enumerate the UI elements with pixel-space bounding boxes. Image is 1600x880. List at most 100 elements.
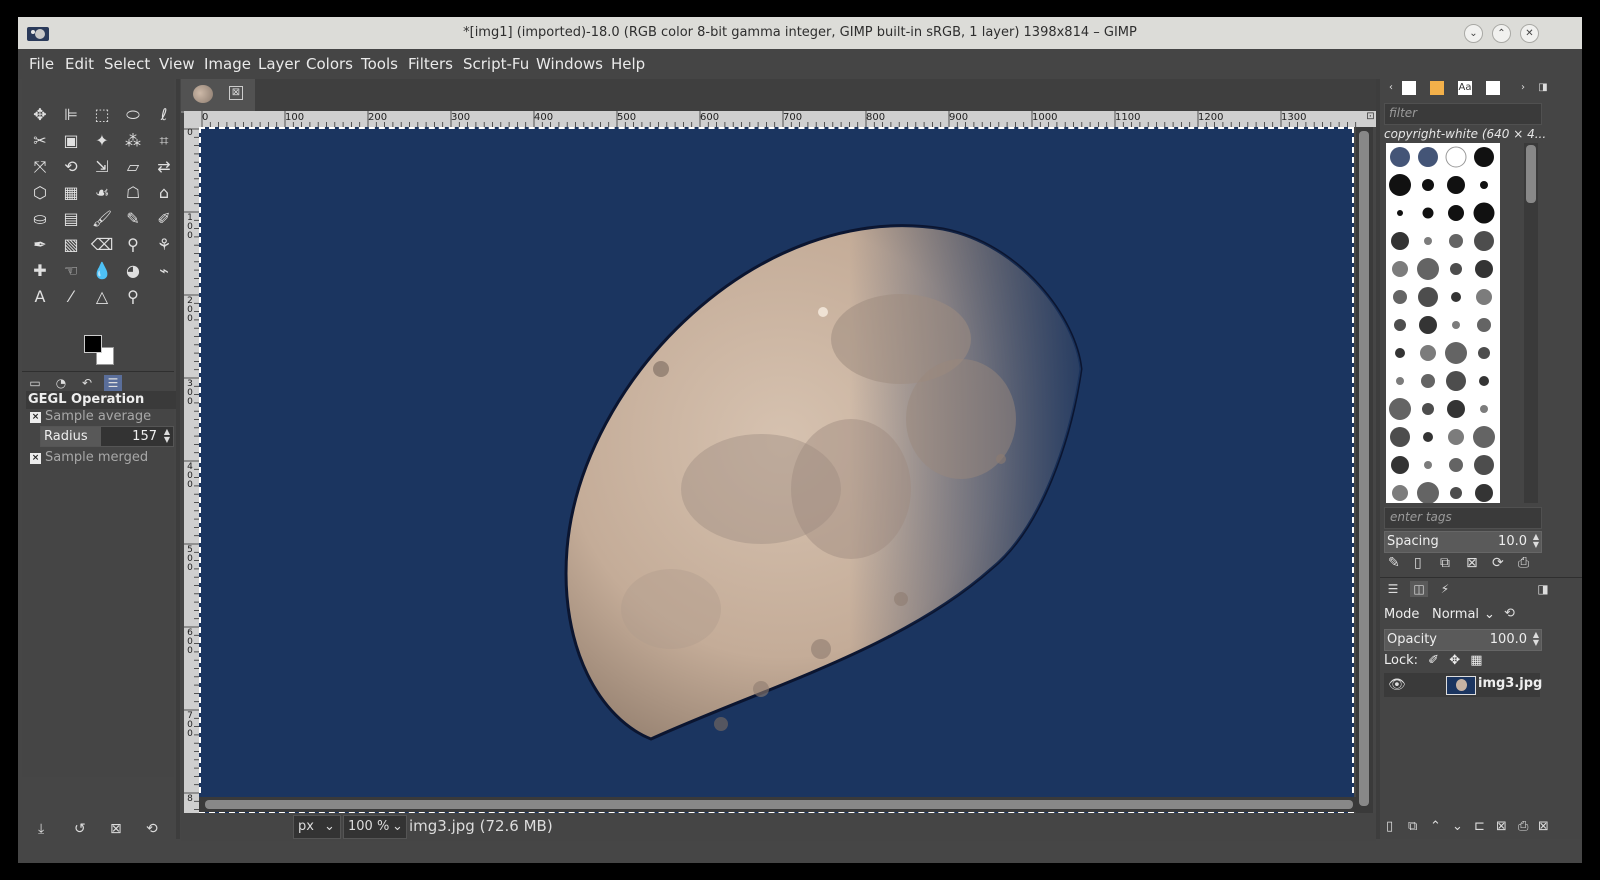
new-layer-icon[interactable]: ⧉ bbox=[1408, 819, 1417, 834]
brush-grid[interactable] bbox=[1386, 143, 1500, 503]
duplicate-brush-icon[interactable]: ⧉ bbox=[1440, 555, 1450, 571]
free-select-icon[interactable]: ℓ bbox=[152, 103, 176, 127]
blur-tool-icon[interactable]: 💧 bbox=[90, 259, 114, 283]
delete-brush-icon[interactable]: ⊠ bbox=[1466, 555, 1478, 571]
shear-tool-icon[interactable]: ▱ bbox=[121, 155, 145, 179]
lower-layer-icon[interactable]: ⌄ bbox=[1452, 819, 1463, 834]
text-tool-icon[interactable]: A bbox=[28, 285, 52, 309]
tab-device-status[interactable]: ◔ bbox=[52, 375, 70, 391]
layer-row[interactable]: 👁 img3.jpg bbox=[1384, 673, 1542, 697]
move-tool-icon[interactable]: ✥ bbox=[28, 103, 52, 127]
mask-layer-icon[interactable]: ⎙ bbox=[1518, 819, 1528, 834]
spacing-spin-arrows[interactable]: ▲ ▼ bbox=[1533, 533, 1539, 549]
menu-windows[interactable]: Windows bbox=[536, 55, 603, 73]
fuzzy-select-icon[interactable]: ✦ bbox=[90, 129, 114, 153]
new-brush-icon[interactable]: ▯ bbox=[1414, 555, 1422, 571]
unit-select[interactable]: px ⌄ bbox=[293, 815, 341, 839]
duplicate-layer-icon[interactable]: ⊏ bbox=[1474, 819, 1485, 834]
tab-paths[interactable]: ⚡ bbox=[1436, 581, 1454, 597]
by-color-select-icon[interactable]: ⁂ bbox=[121, 129, 145, 153]
horizontal-scroll-thumb[interactable] bbox=[205, 800, 1353, 809]
spacing-spinscale[interactable]: Spacing 10.0 ▲ ▼ bbox=[1384, 531, 1542, 553]
ruler-corner-menu[interactable] bbox=[184, 111, 199, 127]
raise-layer-icon[interactable]: ⌃ bbox=[1430, 819, 1441, 834]
airbrush-icon[interactable]: ✐ bbox=[152, 207, 176, 231]
edit-brush-icon[interactable]: ✎ bbox=[1388, 555, 1400, 571]
dodge-burn-icon[interactable]: ◕ bbox=[121, 259, 145, 283]
clone-tool-icon[interactable]: ⚲ bbox=[121, 233, 145, 257]
save-options-icon[interactable]: ⤓ bbox=[38, 821, 44, 837]
mypaint-brush-icon[interactable]: ▧ bbox=[59, 233, 83, 257]
tab-undo-history[interactable]: ↶ bbox=[78, 375, 96, 391]
brush-tags-input[interactable]: enter tags bbox=[1384, 507, 1542, 529]
handle-transform-icon[interactable]: ☖ bbox=[121, 181, 145, 205]
menu-script-fu[interactable]: Script-Fu bbox=[463, 55, 529, 73]
radius-spinscale[interactable]: Radius 157 ▲ ▼ bbox=[40, 426, 174, 447]
vertical-scrollbar[interactable] bbox=[1356, 127, 1373, 813]
perspective-clone-icon[interactable]: ⚘ bbox=[152, 233, 176, 257]
scale-tool-icon[interactable]: ⇲ bbox=[90, 155, 114, 179]
zoom-tool-icon[interactable]: ⚲ bbox=[121, 285, 145, 309]
restore-options-icon[interactable]: ↺ bbox=[74, 821, 86, 837]
smudge-tool-icon[interactable]: ☜ bbox=[59, 259, 83, 283]
unified-transform-icon[interactable]: ⤧ bbox=[28, 155, 52, 179]
menu-view[interactable]: View bbox=[159, 55, 195, 73]
minimize-button[interactable]: ⌄ bbox=[1464, 24, 1483, 43]
sample-merged-checkbox[interactable]: × bbox=[30, 453, 41, 464]
chevron-right-icon[interactable]: › bbox=[1516, 81, 1530, 95]
lock-position-icon[interactable]: ✥ bbox=[1449, 653, 1460, 668]
tab-documents[interactable] bbox=[1486, 81, 1500, 95]
menu-help[interactable]: Help bbox=[611, 55, 645, 73]
tab-brushes[interactable] bbox=[1402, 81, 1416, 95]
lock-pixels-icon[interactable]: ✐ bbox=[1428, 653, 1439, 668]
ellipse-select-icon[interactable]: ⬭ bbox=[121, 103, 145, 127]
tab-layers[interactable]: ☰ bbox=[1384, 581, 1402, 597]
open-as-image-icon[interactable]: ⎙ bbox=[1518, 555, 1529, 571]
vertical-scroll-thumb[interactable] bbox=[1359, 131, 1369, 806]
dock-menu-icon[interactable]: ◨ bbox=[1534, 581, 1552, 597]
delete-layer-icon[interactable]: ⊠ bbox=[1538, 819, 1549, 834]
crop-tool-icon[interactable]: ⌗ bbox=[152, 129, 176, 153]
reset-options-icon[interactable]: ⟲ bbox=[146, 821, 158, 837]
heal-tool-icon[interactable]: ✚ bbox=[28, 259, 52, 283]
menu-filters[interactable]: Filters bbox=[408, 55, 453, 73]
zoom-select[interactable]: 100 % ⌄ bbox=[343, 815, 407, 839]
foreground-select-icon[interactable]: ▣ bbox=[59, 129, 83, 153]
bucket-fill-icon[interactable]: ⛀ bbox=[28, 207, 52, 231]
close-tab-icon[interactable]: ⊠ bbox=[229, 86, 243, 100]
menu-colors[interactable]: Colors bbox=[306, 55, 353, 73]
menu-file[interactable]: File bbox=[29, 55, 54, 73]
brush-filter-input[interactable]: filter bbox=[1384, 103, 1542, 125]
reset-mode-icon[interactable]: ⟲ bbox=[1504, 606, 1515, 621]
tab-patterns[interactable] bbox=[1430, 81, 1444, 95]
measure-tool-icon[interactable]: △ bbox=[90, 285, 114, 309]
visibility-eye-icon[interactable]: 👁 bbox=[1388, 677, 1406, 693]
pencil-icon[interactable]: ✎ bbox=[121, 207, 145, 231]
menu-edit[interactable]: Edit bbox=[65, 55, 94, 73]
layer-mode-select[interactable]: Normal ⌄ bbox=[1428, 603, 1498, 625]
radius-spin-arrows[interactable]: ▲ ▼ bbox=[164, 428, 170, 444]
warp-transform-icon[interactable]: ☙ bbox=[90, 181, 114, 205]
brush-scroll-thumb[interactable] bbox=[1526, 145, 1536, 203]
brush-scrollbar[interactable] bbox=[1524, 143, 1538, 503]
menu-layer[interactable]: Layer bbox=[258, 55, 300, 73]
cage-transform-icon[interactable]: ⌂ bbox=[152, 181, 176, 205]
eraser-icon[interactable]: ⌫ bbox=[90, 233, 114, 257]
paths-tool-icon[interactable]: ⌁ bbox=[152, 259, 176, 283]
lock-alpha-icon[interactable]: ▦ bbox=[1470, 653, 1482, 668]
rotate-tool-icon[interactable]: ⟲ bbox=[59, 155, 83, 179]
align-tool-icon[interactable]: ⊫ bbox=[59, 103, 83, 127]
new-layer-group-icon[interactable]: ▯ bbox=[1386, 819, 1393, 834]
horizontal-scrollbar[interactable] bbox=[199, 797, 1356, 812]
tab-channels[interactable]: ◫ bbox=[1410, 581, 1428, 597]
close-button[interactable]: ✕ bbox=[1520, 24, 1539, 43]
maximize-button[interactable]: ⌃ bbox=[1492, 24, 1511, 43]
flip-tool-icon[interactable]: ⇄ bbox=[152, 155, 176, 179]
image-tab[interactable]: ⊠ bbox=[181, 79, 255, 113]
menu-select[interactable]: Select bbox=[104, 55, 150, 73]
menu-image[interactable]: Image bbox=[204, 55, 251, 73]
paintbrush-icon[interactable]: 🖌 bbox=[90, 207, 114, 231]
chevron-left-icon[interactable]: ‹ bbox=[1384, 81, 1398, 95]
tab-tool-options[interactable]: ▭ bbox=[26, 375, 44, 391]
refresh-brushes-icon[interactable]: ⟳ bbox=[1492, 555, 1504, 571]
